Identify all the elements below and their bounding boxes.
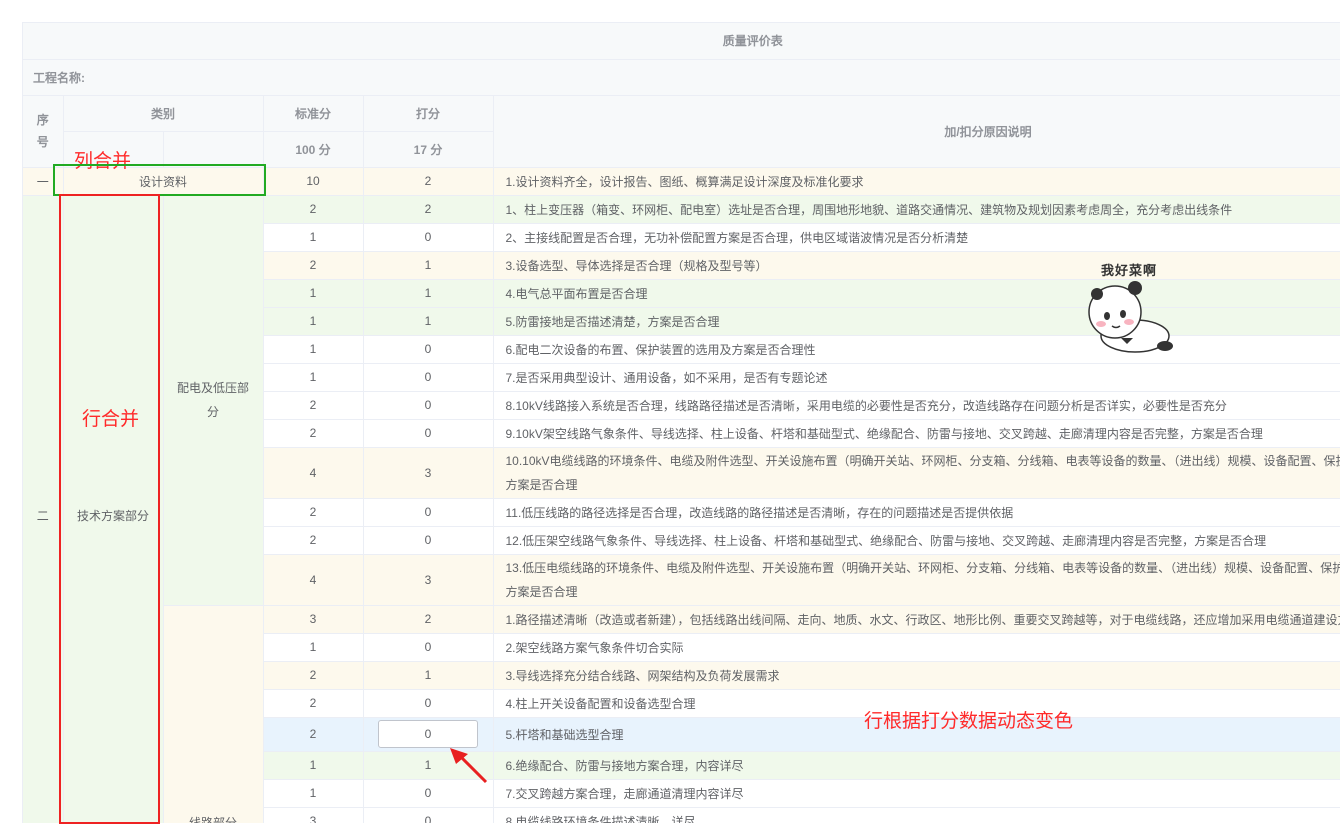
table-title: 质量评价表 [23,23,1340,60]
reason-cell: 1、柱上变压器（箱变、环网柜、配电室）选址是否合理，周围地形地貌、道路交通情况、… [493,195,1340,224]
score-cell[interactable]: 0 [363,363,494,392]
standard-cell: 3 [263,807,364,823]
header-standard-total: 100 分 [263,131,364,168]
standard-cell: 3 [263,605,364,634]
reason-cell: 6.绝缘配合、防雷与接地方案合理，内容详尽 [493,751,1340,780]
standard-cell: 2 [263,251,364,280]
score-cell[interactable]: 0 [363,498,494,527]
standard-cell: 2 [263,526,364,555]
reason-cell: 13.低压电缆线路的环境条件、电缆及附件选型、开关设施布置（明确开关站、环网柜、… [493,554,1340,606]
score-cell[interactable]: 0 [363,419,494,448]
sticker-caption: 我好菜啊 [1101,263,1158,278]
standard-cell: 1 [263,279,364,308]
score-cell[interactable]: 3 [363,554,494,606]
standard-cell: 1 [263,751,364,780]
header-reason: 加/扣分原因说明 [493,95,1340,168]
standard-cell: 2 [263,661,364,690]
score-cell[interactable]: 2 [363,195,494,224]
score-cell[interactable]: 0 [363,391,494,420]
reason-cell: 9.10kV架空线路气象条件、导线选择、柱上设备、杆塔和基础型式、绝缘配合、防雷… [493,419,1340,448]
dynamic-color-annotation: 行根据打分数据动态变色 [864,711,1074,732]
reason-cell: 8.电缆线路环境条件描述清晰，详尽 [493,807,1340,823]
header-score-total: 17 分 [363,131,494,168]
score-cell[interactable]: 3 [363,447,494,499]
score-cell[interactable]: 1 [363,251,494,280]
standard-cell: 2 [263,717,364,752]
reason-cell: 11.低压线路的路径选择是否合理，改造线路的路径描述是否清晰，存在的问题描述是否… [493,498,1340,527]
reason-cell: 2.架空线路方案气象条件切合实际 [493,633,1340,662]
score-cell[interactable]: 2 [363,605,494,634]
header-score: 打分 [363,95,494,132]
subcategory-label: 线路部分 [188,815,237,824]
reason-cell: 7.是否采用典型设计、通用设备，如不采用，是否有专题论述 [493,363,1340,392]
panda-sticker: 我好菜啊 [1085,258,1185,358]
reason-cell: 8.10kV线路接入系统是否合理，线路路径描述是否清晰，采用电缆的必要性是否充分… [493,391,1340,420]
header-seq-text: 序号 [36,113,49,149]
quality-evaluation-table-container: 质量评价表 工程名称: 序号 类别 标准分 打分 加/扣分原因说明 100 分 … [22,22,1340,823]
score-cell[interactable]: 2 [363,167,494,196]
reason-cell: 6.配电二次设备的布置、保护装置的选用及方案是否合理性 [493,335,1340,364]
standard-cell: 1 [263,223,364,252]
header-category-sub2 [163,131,264,168]
score-cell[interactable]: 0 [363,223,494,252]
reason-cell: 5.防雷接地是否描述清楚，方案是否合理 [493,307,1340,336]
standard-cell: 10 [263,167,364,196]
standard-cell: 1 [263,779,364,808]
score-cell[interactable]: 0 [363,689,494,718]
header-category: 类别 [63,95,264,132]
reason-cell: 1.设计资料齐全，设计报告、图纸、概算满足设计深度及标准化要求 [493,167,1340,196]
score-cell[interactable]: 0 [363,807,494,823]
standard-cell: 1 [263,633,364,662]
reason-cell: 12.低压架空线路气象条件、导线选择、柱上设备、杆塔和基础型式、绝缘配合、防雷与… [493,526,1340,555]
score-cell[interactable]: 0 [363,526,494,555]
standard-cell: 2 [263,689,364,718]
subcategory-cell: 配电及低压部分 [163,195,264,606]
col-merge-box [53,164,266,196]
standard-cell: 2 [263,195,364,224]
table-row: 线路部分 3 2 1.路径描述清晰（改造或者新建），包括线路出线间隔、走向、地质、水… [23,605,1340,823]
panda-icon [1088,281,1173,353]
score-cell[interactable]: 0 [363,335,494,364]
reason-cell: 1.路径描述清晰（改造或者新建），包括线路出线间隔、走向、地质、水文、行政区、地… [493,605,1340,634]
reason-cell: 3.设备选型、导体选择是否合理（规格及型号等） [493,251,1340,280]
standard-cell: 2 [263,391,364,420]
header-seq: 序号 [23,95,64,168]
standard-cell: 1 [263,335,364,364]
standard-cell: 4 [263,447,364,499]
reason-cell: 3.导线选择充分结合线路、网架结构及负荷发展需求 [493,661,1340,690]
quality-evaluation-table: 质量评价表 工程名称: 序号 类别 标准分 打分 加/扣分原因说明 100 分 … [23,23,1340,823]
score-cell[interactable]: 1 [363,279,494,308]
reason-cell: 10.10kV电缆线路的环境条件、电缆及附件选型、开关设施布置（明确开关站、环网… [493,447,1340,499]
standard-cell: 1 [263,363,364,392]
red-arrow-icon [450,748,488,784]
standard-cell: 2 [263,419,364,448]
row-merge-box [59,194,160,824]
project-name-label: 工程名称: [23,59,1340,96]
score-cell[interactable]: 1 [363,307,494,336]
score-input[interactable]: 0 [378,720,478,748]
subcategory-cell: 线路部分 [163,605,264,824]
standard-cell: 1 [263,307,364,336]
reason-cell: 2、主接线配置是否合理，无功补偿配置方案是否合理，供电区域谐波情况是否分析清楚 [493,223,1340,252]
score-cell[interactable]: 1 [363,661,494,690]
table-row: 二 技术方案部分 配电及低压部分 2 2 1、柱上变压器（箱变、环网柜、配电室）… [23,195,1340,823]
standard-cell: 2 [263,498,364,527]
score-cell[interactable]: 0 [363,633,494,662]
reason-cell: 7.交叉跨越方案合理，走廊通道清理内容详尽 [493,779,1340,808]
reason-cell: 4.电气总平面布置是否合理 [493,279,1340,308]
header-standard: 标准分 [263,95,364,132]
seq-cell: 二 [23,195,64,823]
standard-cell: 4 [263,554,364,606]
